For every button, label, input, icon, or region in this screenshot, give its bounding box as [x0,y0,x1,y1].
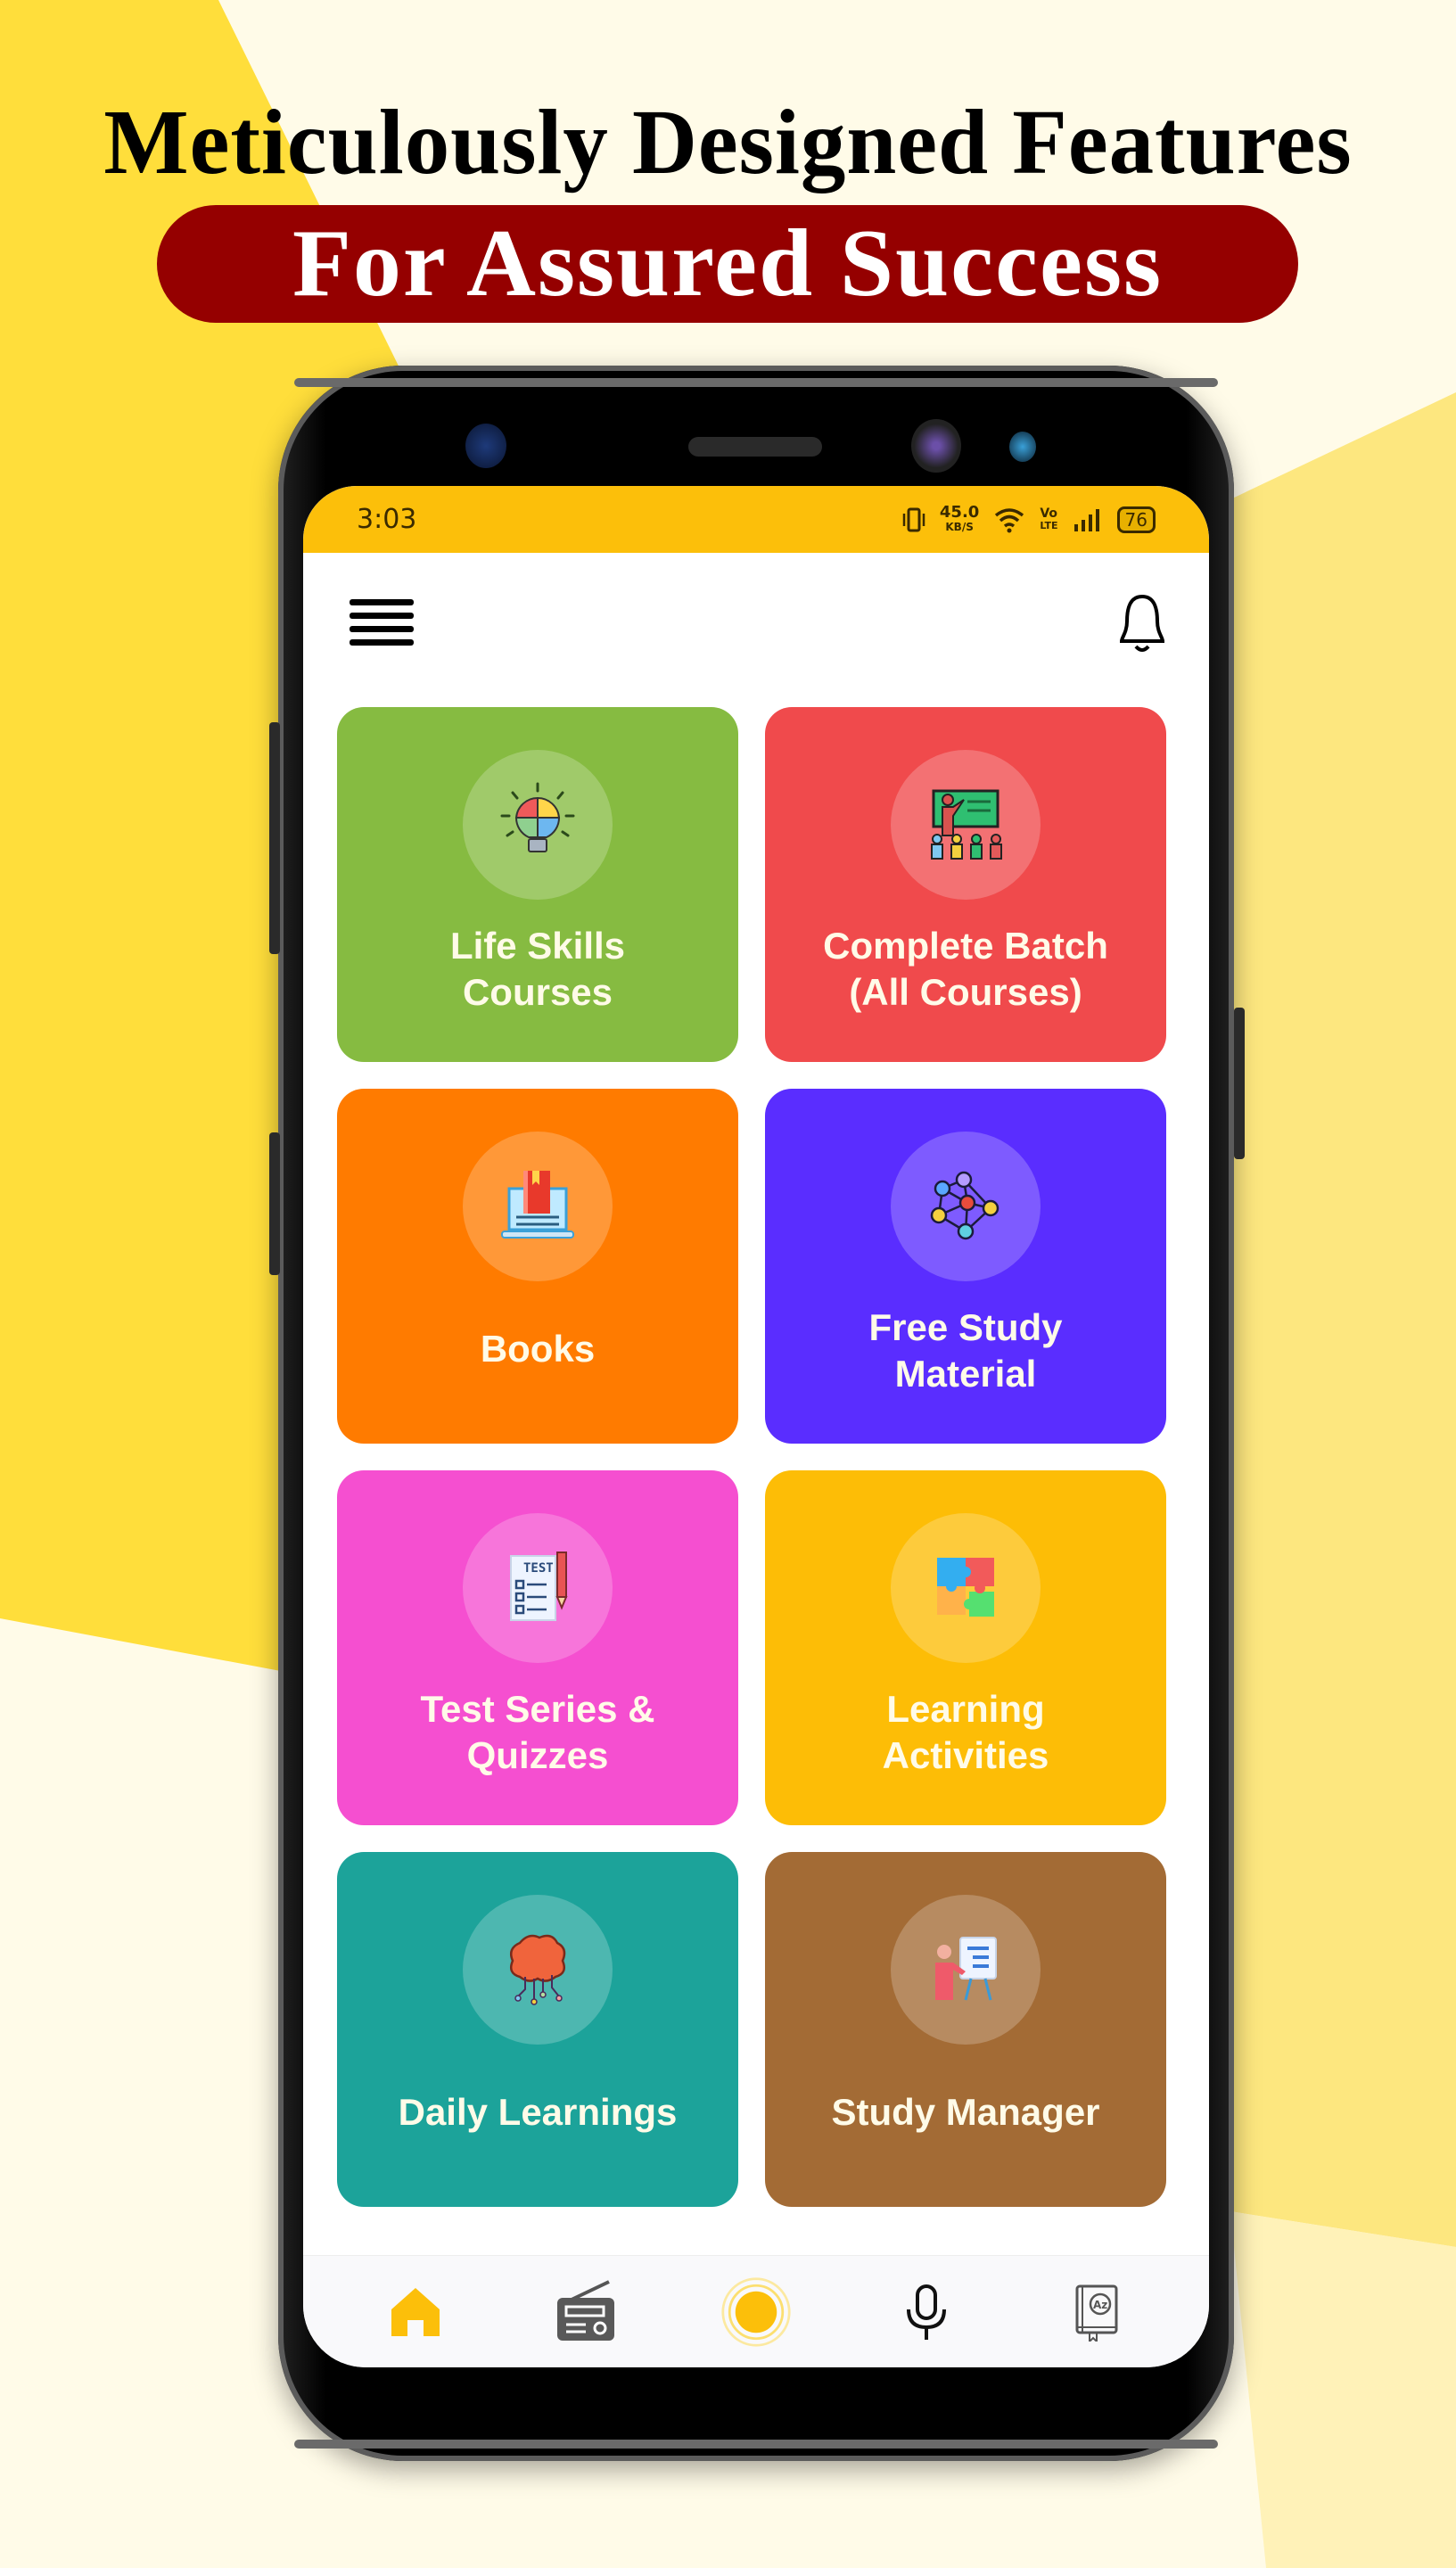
tile-label: Free Study Material [868,1306,1063,1395]
status-time: 3:03 [357,504,417,535]
status-bar: 3:03 45.0 KB/S Vo LTE 76 [303,486,1209,553]
earpiece-speaker [688,437,822,457]
laptop-book-icon [501,1171,574,1239]
promo-tagline: For Assured Success [292,210,1164,317]
app-screen: 3:03 45.0 KB/S Vo LTE 76 Life Skills Cou… [303,486,1209,2367]
tile-icon-circle: TEST [463,1513,613,1663]
radio-icon [556,2279,614,2341]
tile-icon-circle [891,1895,1041,2045]
tile-free-study-material[interactable]: Free Study Material [765,1089,1166,1444]
tile-icon-circle [463,1132,613,1281]
teacher-classroom-icon [931,789,1002,860]
volte-bottom: LTE [1040,519,1058,531]
proximity-sensor-icon [1009,432,1036,462]
tile-daily-learnings[interactable]: Daily Learnings [337,1852,738,2207]
phone-volume-button [269,722,280,954]
tile-label: Study Manager [831,2091,1100,2133]
network-nodes-icon [930,1171,999,1240]
brain-circuit-icon [510,1934,566,2005]
tile-icon-circle [891,1513,1041,1663]
network-speed: 45.0 KB/S [939,502,980,534]
nav-radio[interactable] [550,2276,621,2348]
svg-text:Az: Az [1093,2299,1107,2311]
tile-icon-circle [891,750,1041,900]
tile-test-series-quizzes[interactable]: TEST Test Series & Quizzes [337,1470,738,1825]
front-camera-icon [911,419,961,473]
network-speed-value: 45.0 [939,502,980,522]
phone-bottom-rim [294,2440,1218,2449]
home-icon [391,2287,440,2336]
volte-top: Vo [1040,506,1058,521]
promo-headline: Meticulously Designed Features [103,91,1353,193]
nav-dictionary[interactable]: Az [1061,2276,1132,2348]
microphone-icon [907,2284,947,2340]
top-bar [303,553,1209,678]
puzzle-pieces-icon [937,1558,994,1617]
lightbulb-puzzle-icon [500,782,575,852]
wifi-icon [995,507,1024,532]
tile-icon-circle [891,1132,1041,1281]
tile-label: Daily Learnings [398,2091,678,2133]
tile-label: Test Series & Quizzes [420,1688,655,1776]
volte-icon: Vo LTE [1040,506,1058,531]
front-sensor-icon [465,424,506,468]
tile-learning-activities[interactable]: Learning Activities [765,1470,1166,1825]
phone-mockup: 3:03 45.0 KB/S Vo LTE 76 Life Skills Cou… [278,366,1234,2461]
tile-icon-circle [463,1895,613,2045]
tile-label: Learning Activities [882,1688,1049,1776]
tile-life-skills-courses[interactable]: Life Skills Courses [337,707,738,1062]
hamburger-menu-icon[interactable] [350,599,414,653]
phone-top-rim [294,378,1218,387]
network-speed-unit: KB/S [945,520,974,533]
test-sheet-pencil-icon: TEST [510,1552,568,1621]
svg-text:TEST: TEST [523,1561,554,1576]
tile-study-manager[interactable]: Study Manager [765,1852,1166,2207]
tile-complete-batch[interactable]: Complete Batch (All Courses) [765,707,1166,1062]
tile-label: Life Skills Courses [449,925,626,1013]
presenter-board-icon [935,1937,997,2001]
vibrate-icon [902,507,925,531]
tile-label: Complete Batch (All Courses) [823,925,1108,1013]
bottom-navigation: Az [303,2255,1209,2367]
status-icons: 45.0 KB/S Vo LTE 76 [902,502,1156,534]
dictionary-book-icon: Az [1075,2284,1118,2342]
phone-power-button [1234,1008,1245,1159]
nav-voice[interactable] [891,2276,962,2348]
phone-side-button [269,1132,280,1275]
promo-tagline-pill: For Assured Success [157,205,1298,323]
nav-live[interactable] [720,2276,792,2348]
tile-label: Books [480,1328,596,1370]
signal-icon [1073,508,1099,531]
live-dot-icon [721,2276,791,2347]
tile-books[interactable]: Books [337,1089,738,1444]
battery-icon: 76 [1116,506,1156,533]
bell-icon[interactable] [1116,593,1168,655]
nav-home[interactable] [380,2276,451,2348]
tile-icon-circle [463,750,613,900]
feature-grid: Life Skills Courses Complete Batch (All … [337,707,1166,2207]
